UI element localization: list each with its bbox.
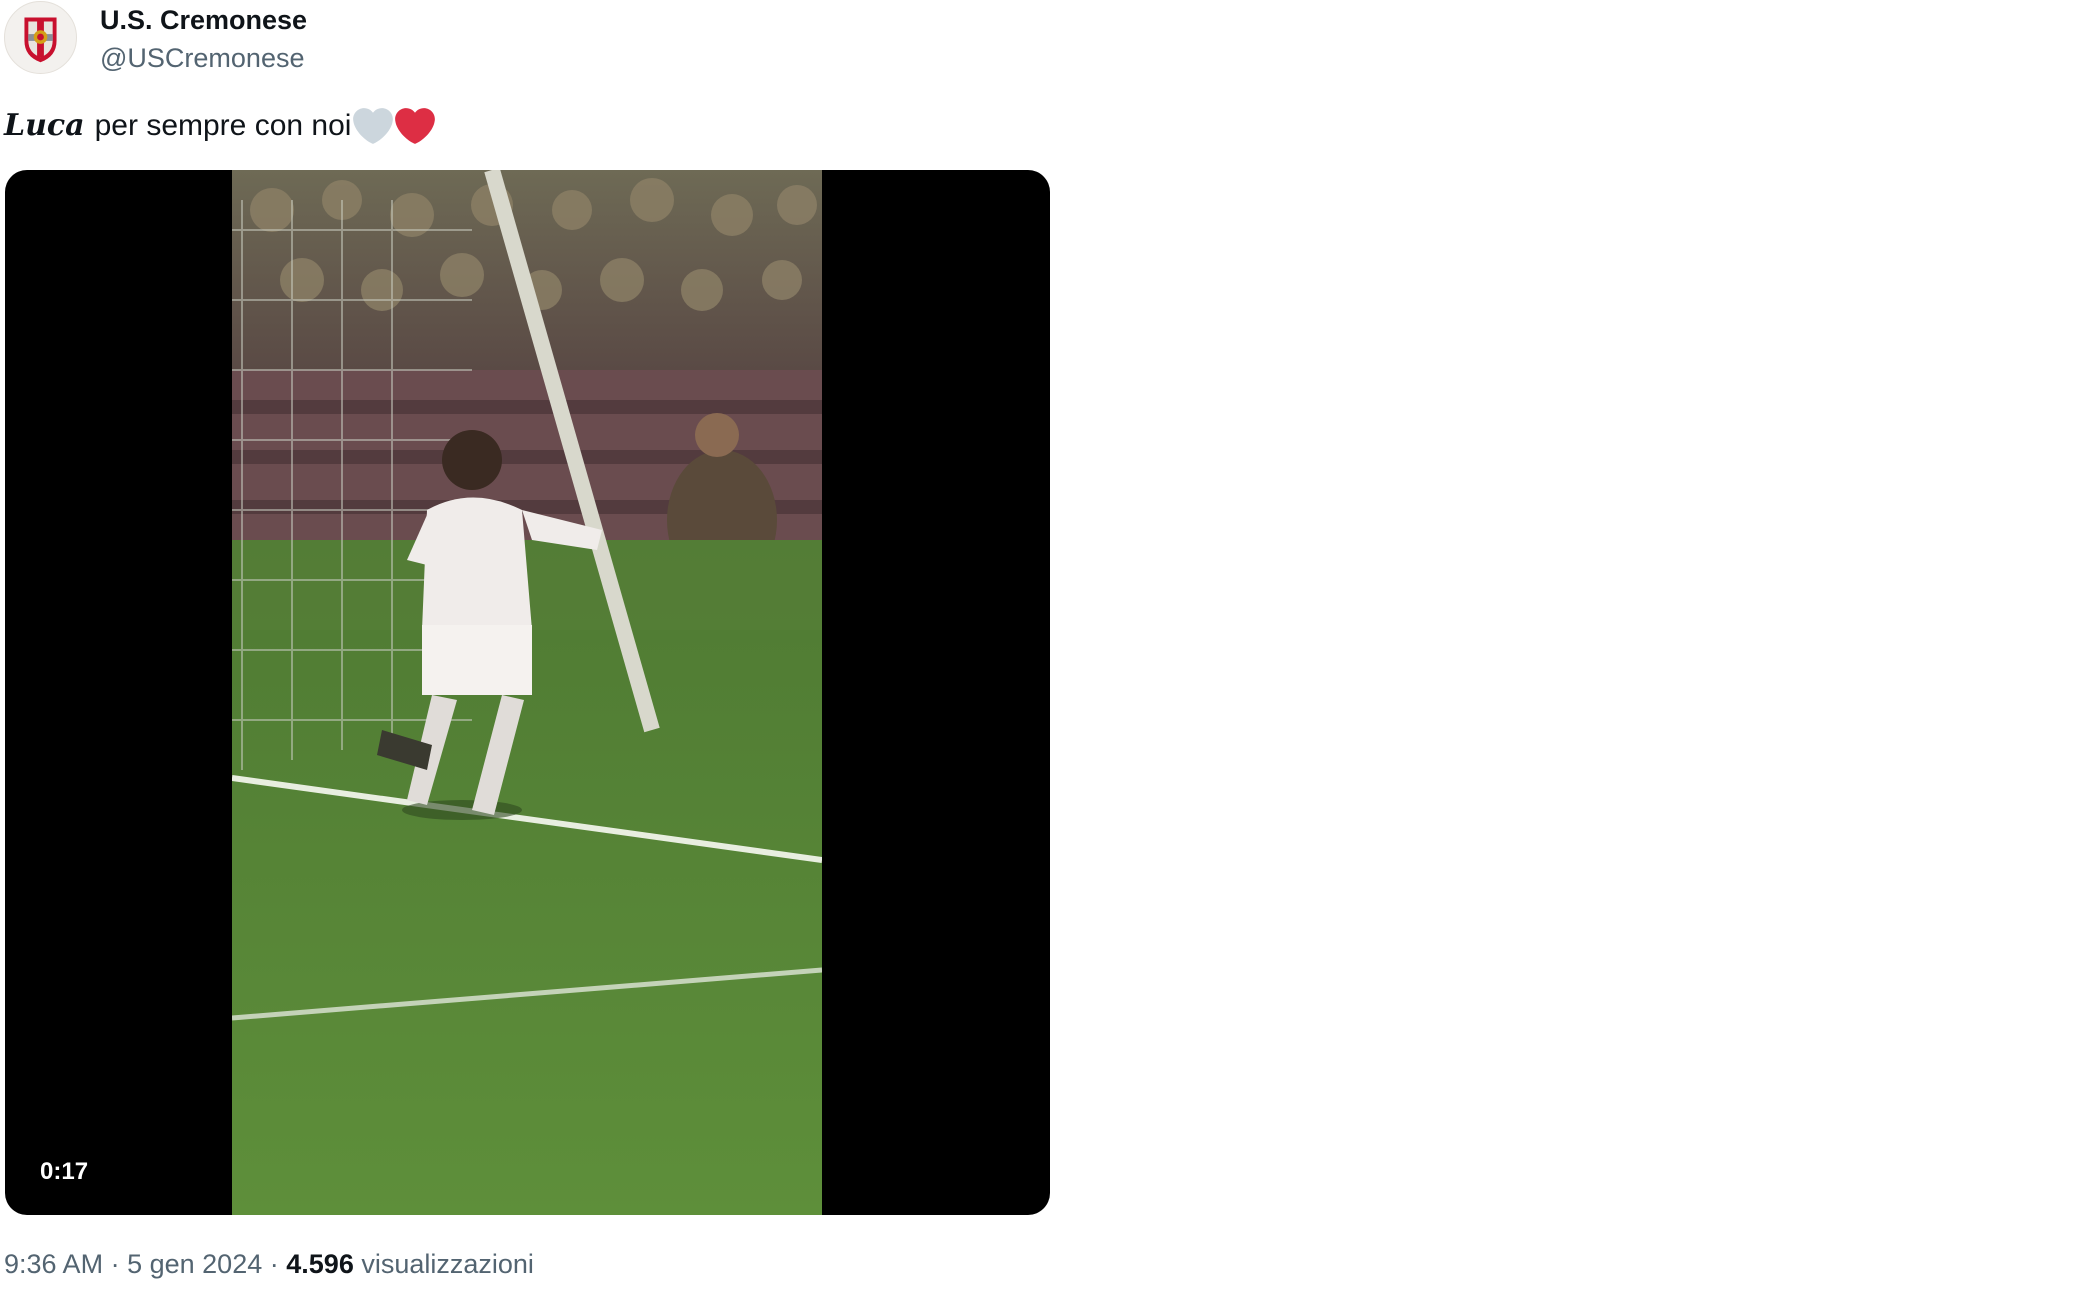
video-frame[interactable] xyxy=(232,170,822,1215)
views-count: 4.596 xyxy=(286,1249,354,1279)
red-heart-icon xyxy=(395,106,436,146)
tweet-styled-name: 𝑳𝒖𝒄𝒂 xyxy=(4,108,85,143)
tweet-text: 𝑳𝒖𝒄𝒂 per sempre con noi xyxy=(4,106,436,146)
display-name[interactable]: U.S. Cremonese xyxy=(100,4,307,36)
meta-separator: · xyxy=(269,1249,279,1279)
video-player[interactable]: 0:17 xyxy=(5,170,1050,1215)
video-duration: 0:17 xyxy=(32,1153,97,1191)
user-handle[interactable]: @USCremonese xyxy=(100,42,304,74)
meta-separator: · xyxy=(110,1249,120,1279)
video-thumbnail xyxy=(232,170,822,1215)
tweet-meta: 9:36 AM · 5 gen 2024 · 4.596 visualizzaz… xyxy=(4,1247,534,1281)
white-heart-icon xyxy=(353,106,394,146)
tweet-date[interactable]: 5 gen 2024 xyxy=(127,1249,262,1279)
tweet-body: per sempre con noi xyxy=(94,109,352,142)
club-crest-icon xyxy=(7,4,74,71)
tweet-time[interactable]: 9:36 AM xyxy=(4,1249,103,1279)
views-label: visualizzazioni xyxy=(361,1249,534,1279)
avatar[interactable] xyxy=(4,1,77,74)
